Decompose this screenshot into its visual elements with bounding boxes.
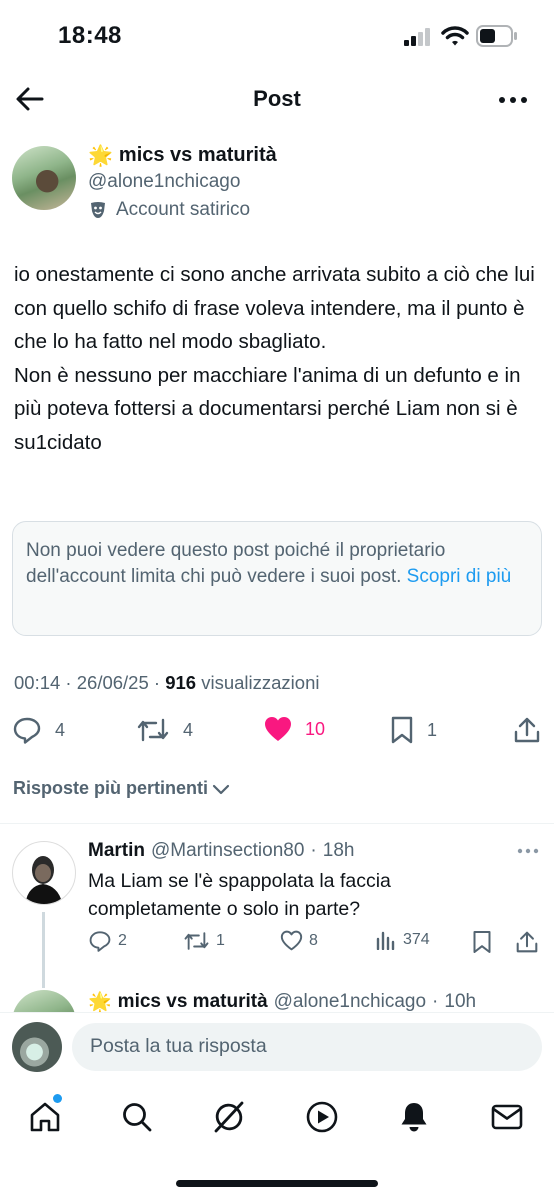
reply-repost-count: 1: [216, 932, 225, 949]
reply-compose-input[interactable]: Posta la tua risposta: [72, 1023, 542, 1071]
wifi-icon: [441, 25, 469, 47]
more-options-icon[interactable]: [498, 96, 528, 104]
search-tab-icon[interactable]: [120, 1100, 154, 1134]
restricted-notice: Non puoi vedere questo post poiché il pr…: [12, 521, 542, 636]
reply-more-icon[interactable]: [517, 848, 539, 854]
reply-age: 18h: [322, 840, 355, 861]
reply-author-name[interactable]: Martin: [88, 840, 145, 862]
status-time: 18:48: [58, 22, 122, 49]
reply-count: 4: [55, 719, 66, 740]
thread-line: [42, 912, 45, 988]
views-count: 916: [165, 672, 197, 693]
reply-bookmark-button[interactable]: [472, 930, 492, 954]
post-time: 00:14: [14, 672, 61, 693]
bookmark-button[interactable]: 1: [390, 716, 437, 744]
post-meta: 00:14 · 26/06/25 · 916 visualizzazioni: [14, 672, 320, 693]
learn-more-link[interactable]: Scopri di più: [407, 566, 512, 587]
reply-actions: 2 1 8 374: [88, 930, 544, 958]
reply-icon: [88, 930, 112, 952]
reply-header: Martin @Martinsection80 · 18h: [88, 840, 355, 862]
messages-tab-icon[interactable]: [490, 1100, 524, 1134]
video-tab-icon[interactable]: [305, 1100, 339, 1134]
heart-filled-icon: [264, 716, 292, 742]
author-name: mics vs maturità: [118, 144, 277, 166]
next-reply-handle: @alone1nchicago: [273, 991, 427, 1012]
reply-views-count: 374: [403, 931, 430, 948]
post-text: io onestamente ci sono anche arrivata su…: [14, 263, 535, 454]
star-emoji: 🌟: [88, 992, 112, 1013]
repost-count: 4: [183, 719, 194, 740]
satire-label: Account satirico: [116, 199, 251, 220]
like-count: 10: [305, 718, 326, 739]
share-icon: [516, 930, 538, 954]
analytics-icon: [375, 930, 397, 950]
reply-text: Ma Liam se l'è spappolata la faccia comp…: [88, 870, 391, 920]
author-name-line[interactable]: 🌟 mics vs maturità: [88, 143, 277, 168]
next-reply-author-name: mics vs maturità: [117, 991, 268, 1012]
repost-button[interactable]: 4: [136, 716, 193, 744]
like-button[interactable]: 10: [264, 716, 325, 742]
share-icon: [514, 716, 540, 744]
author-handle[interactable]: @alone1nchicago: [88, 171, 240, 193]
post-date: 26/06/25: [76, 672, 149, 693]
divider: [0, 823, 554, 824]
next-reply-age: 10h: [444, 991, 477, 1012]
reply-like-count: 8: [309, 931, 318, 949]
reply-views-button[interactable]: 374: [375, 930, 430, 950]
reply-author-handle[interactable]: @Martinsection80: [151, 840, 304, 862]
reply-author-avatar[interactable]: [12, 841, 76, 905]
star-emoji: 🌟: [88, 145, 113, 167]
author-avatar[interactable]: [12, 146, 76, 210]
share-button[interactable]: [514, 716, 540, 744]
theater-mask-icon: [88, 200, 108, 220]
reply-icon: [12, 716, 42, 744]
signal-icon: [404, 28, 432, 46]
views-label[interactable]: visualizzazioni: [201, 672, 319, 693]
home-tab-icon[interactable]: [28, 1100, 62, 1134]
repost-icon: [136, 716, 170, 744]
page-title: Post: [253, 86, 301, 111]
post-actions: 4 4 10 1: [12, 716, 542, 748]
bookmark-icon: [390, 716, 414, 744]
reply-reply-count: 2: [118, 932, 127, 949]
notification-dot: [53, 1094, 62, 1103]
notice-text: Non puoi vedere questo post poiché il pr…: [26, 540, 446, 587]
grok-tab-icon[interactable]: [212, 1100, 246, 1134]
bookmark-count: 1: [427, 719, 438, 740]
notifications-tab-icon[interactable]: [397, 1100, 431, 1134]
reply-like-button[interactable]: 8: [280, 930, 318, 951]
my-avatar[interactable]: [12, 1022, 62, 1072]
battery-icon: [476, 25, 518, 47]
reply-button[interactable]: 4: [12, 716, 65, 744]
satire-badge: Account satirico: [88, 199, 250, 221]
home-indicator: [176, 1180, 378, 1187]
chevron-down-icon: [212, 783, 230, 795]
next-reply-header[interactable]: 🌟 mics vs maturità @alone1nchicago · 10h: [88, 990, 476, 1014]
replies-sort-dropdown[interactable]: Risposte più pertinenti: [13, 778, 230, 799]
reply-share-button[interactable]: [516, 930, 538, 954]
reply-repost-button[interactable]: 1: [183, 930, 225, 952]
bookmark-icon: [472, 930, 492, 954]
sort-label: Risposte più pertinenti: [13, 778, 209, 798]
reply-reply-button[interactable]: 2: [88, 930, 127, 952]
heart-icon: [280, 930, 303, 951]
repost-icon: [183, 930, 210, 952]
